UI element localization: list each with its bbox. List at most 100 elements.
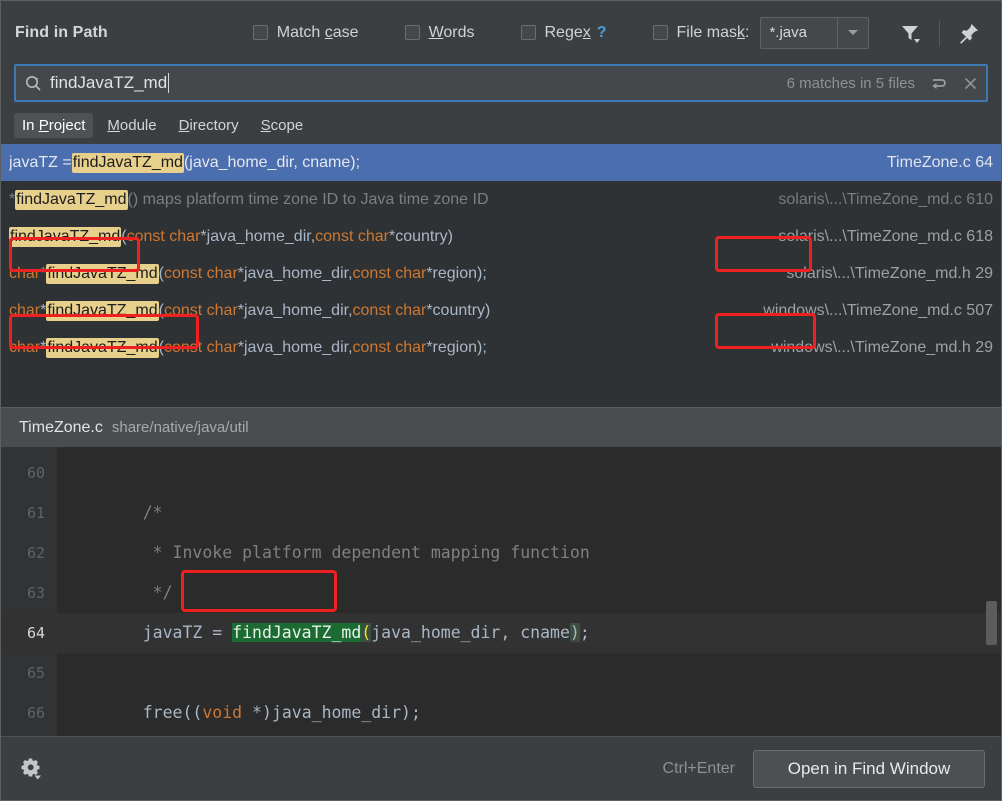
code-token: ; bbox=[580, 623, 590, 642]
code-line[interactable]: /* bbox=[57, 493, 1001, 533]
result-code-snippet: char *findJavaTZ_md(const char *java_hom… bbox=[9, 338, 487, 358]
code-token: *country) bbox=[389, 228, 453, 246]
code-line[interactable] bbox=[57, 653, 1001, 693]
match-highlight: findJavaTZ_md bbox=[9, 227, 121, 247]
pin-icon bbox=[958, 22, 980, 44]
find-in-path-dialog: Find in Path Match case Words Regex ? Fi… bbox=[0, 0, 1002, 801]
file-mask-value[interactable]: *.java bbox=[761, 18, 837, 48]
words-label: Words bbox=[429, 24, 475, 42]
code-token: const char bbox=[164, 302, 238, 320]
result-row[interactable]: * findJavaTZ_md() maps platform time zon… bbox=[1, 181, 1001, 218]
code-token: *)java_home_dir); bbox=[242, 703, 421, 722]
code-token: char bbox=[9, 265, 40, 283]
tab-module[interactable]: Module bbox=[99, 113, 164, 138]
result-row[interactable]: findJavaTZ_md(const char *java_home_dir,… bbox=[1, 218, 1001, 255]
code-token: * Invoke platform dependent mapping func… bbox=[103, 543, 590, 562]
code-token: void bbox=[202, 703, 242, 722]
match-case-option[interactable]: Match case bbox=[253, 24, 359, 42]
result-code-snippet: * findJavaTZ_md() maps platform time zon… bbox=[9, 190, 489, 210]
code-token: const char bbox=[315, 228, 389, 246]
code-token: javaTZ = bbox=[9, 154, 72, 172]
result-file-location: solaris\...\TimeZone_md.c 618 bbox=[762, 228, 993, 246]
code-token: ) bbox=[570, 623, 580, 642]
preview-file-header[interactable]: TimeZone.c share/native/java/util bbox=[1, 407, 1001, 447]
code-token: */ bbox=[103, 583, 173, 602]
result-code-snippet: char *findJavaTZ_md(const char *java_hom… bbox=[9, 264, 487, 284]
tab-directory[interactable]: Directory bbox=[171, 113, 247, 138]
rerun-search-button[interactable] bbox=[929, 74, 948, 93]
search-input[interactable]: findJavaTZ_md 6 matches in 5 files bbox=[14, 64, 988, 102]
words-option[interactable]: Words bbox=[405, 24, 475, 42]
file-mask-label: File mask: bbox=[677, 24, 750, 42]
code-token: *java_home_dir, bbox=[238, 339, 353, 357]
code-token: javaTZ = bbox=[103, 623, 232, 642]
code-lines[interactable]: /* * Invoke platform dependent mapping f… bbox=[57, 447, 1001, 736]
scope-tabs: In Project Module Directory Scope bbox=[1, 106, 1001, 144]
result-row[interactable]: char *findJavaTZ_md(const char *java_hom… bbox=[1, 292, 1001, 329]
open-in-find-window-button[interactable]: Open in Find Window bbox=[753, 750, 985, 788]
line-number: 64 bbox=[1, 613, 57, 653]
code-token: const char bbox=[353, 339, 427, 357]
match-highlight: findJavaTZ_md bbox=[72, 153, 184, 173]
clear-search-button[interactable] bbox=[962, 75, 979, 92]
result-row[interactable]: javaTZ = findJavaTZ_md(java_home_dir, cn… bbox=[1, 144, 1001, 181]
chevron-down-icon bbox=[848, 30, 858, 35]
line-number: 61 bbox=[1, 493, 57, 533]
settings-button[interactable] bbox=[19, 756, 45, 782]
code-line[interactable]: * Invoke platform dependent mapping func… bbox=[57, 533, 1001, 573]
preview-scrollbar-thumb[interactable] bbox=[986, 601, 997, 645]
rerun-icon bbox=[929, 74, 948, 93]
code-preview[interactable]: 606162636465666768 /* * Invoke platform … bbox=[1, 447, 1001, 736]
result-row[interactable]: char *findJavaTZ_md(const char *java_hom… bbox=[1, 255, 1001, 292]
result-code-snippet: char *findJavaTZ_md(const char *java_hom… bbox=[9, 301, 490, 321]
match-count-label: 6 matches in 5 files bbox=[787, 75, 915, 92]
regex-checkbox[interactable] bbox=[521, 25, 536, 40]
code-token: const char bbox=[164, 265, 238, 283]
result-file-location: windows\...\TimeZone_md.h 29 bbox=[755, 339, 993, 357]
code-token: () maps platform time zone ID to Java ti… bbox=[128, 191, 489, 209]
regex-label: Regex bbox=[545, 24, 591, 42]
file-mask-dropdown-button[interactable] bbox=[837, 18, 868, 48]
match-highlight: findJavaTZ_md bbox=[46, 264, 158, 284]
code-token: char bbox=[9, 339, 40, 357]
result-row[interactable]: char *findJavaTZ_md(const char *java_hom… bbox=[1, 329, 1001, 366]
result-code-snippet: javaTZ = findJavaTZ_md(java_home_dir, cn… bbox=[9, 153, 360, 173]
file-mask-combobox[interactable]: *.java bbox=[760, 17, 869, 49]
code-line[interactable]: javaTZ = findJavaTZ_md(java_home_dir, cn… bbox=[57, 613, 1001, 653]
words-checkbox[interactable] bbox=[405, 25, 420, 40]
regex-help-icon[interactable]: ? bbox=[597, 24, 607, 42]
regex-option[interactable]: Regex ? bbox=[521, 24, 607, 42]
preview-match-highlight: findJavaTZ_md bbox=[232, 623, 361, 642]
filter-button[interactable] bbox=[895, 18, 925, 48]
code-line[interactable]: if (cname != NULL) { bbox=[57, 733, 1001, 736]
line-number: 66 bbox=[1, 693, 57, 733]
file-mask-checkbox[interactable] bbox=[653, 25, 668, 40]
file-mask-option[interactable]: File mask: *.java bbox=[653, 17, 870, 49]
toolbar-icon-group bbox=[895, 18, 987, 48]
tab-in-project[interactable]: In Project bbox=[14, 113, 93, 138]
result-file-location: windows\...\TimeZone_md.c 507 bbox=[747, 302, 993, 320]
search-field-container: findJavaTZ_md 6 matches in 5 files bbox=[1, 64, 1001, 106]
line-number-gutter: 606162636465666768 bbox=[1, 447, 57, 736]
preview-file-name: TimeZone.c bbox=[19, 419, 103, 437]
tab-scope[interactable]: Scope bbox=[253, 113, 312, 138]
filter-icon bbox=[899, 22, 921, 44]
match-case-checkbox[interactable] bbox=[253, 25, 268, 40]
code-line[interactable]: */ bbox=[57, 573, 1001, 613]
code-line[interactable] bbox=[57, 453, 1001, 493]
pin-button[interactable] bbox=[954, 18, 984, 48]
code-token: (java_home_dir, cname); bbox=[184, 154, 360, 172]
code-line[interactable]: free((void *)java_home_dir); bbox=[57, 693, 1001, 733]
match-highlight: findJavaTZ_md bbox=[46, 338, 158, 358]
line-number: 62 bbox=[1, 533, 57, 573]
match-case-label: Match case bbox=[277, 24, 359, 42]
page-title: Find in Path bbox=[15, 24, 108, 42]
search-results-list[interactable]: javaTZ = findJavaTZ_md(java_home_dir, cn… bbox=[1, 144, 1001, 407]
line-number: 63 bbox=[1, 573, 57, 613]
result-file-location: solaris\...\TimeZone_md.h 29 bbox=[770, 265, 993, 283]
toolbar: Find in Path Match case Words Regex ? Fi… bbox=[1, 1, 1001, 64]
match-highlight: findJavaTZ_md bbox=[46, 301, 158, 321]
line-number: 60 bbox=[1, 453, 57, 493]
code-token: char bbox=[9, 302, 40, 320]
search-query-text[interactable]: findJavaTZ_md bbox=[50, 73, 167, 93]
